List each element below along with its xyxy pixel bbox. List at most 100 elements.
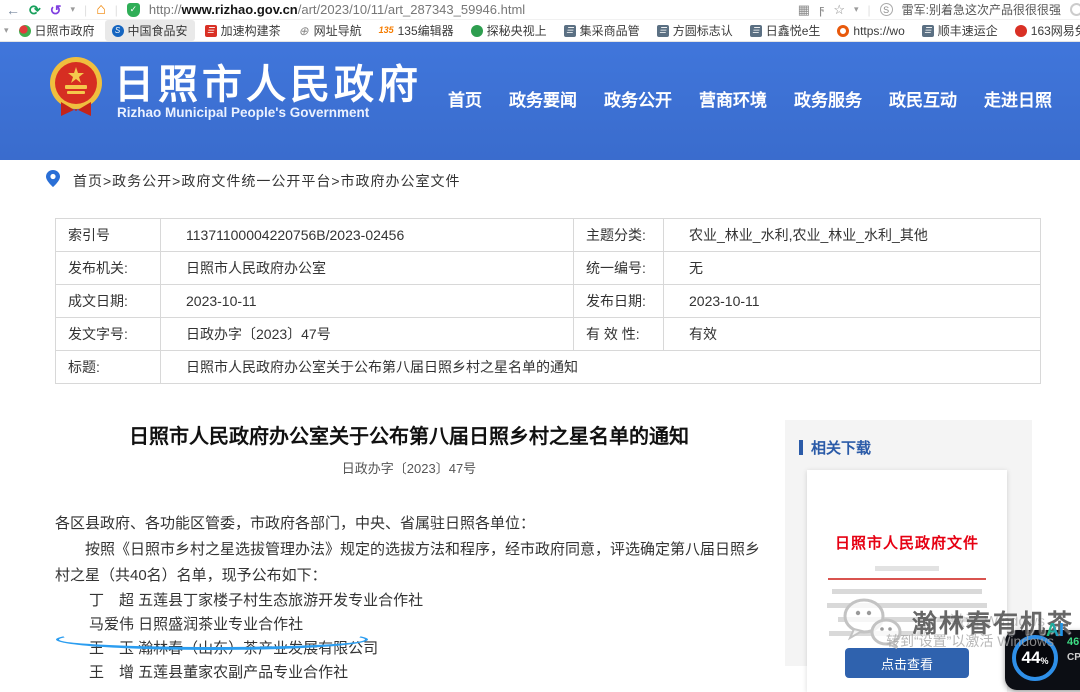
divider: | xyxy=(115,3,118,17)
orange-ring-icon xyxy=(837,25,849,37)
divider: | xyxy=(868,3,871,17)
favorite-star-icon[interactable]: ☆ xyxy=(833,2,845,18)
main-nav: 首页 政务要闻 政务公开 营商环境 政务服务 政民互动 走进日照 xyxy=(448,86,1052,111)
bookmark[interactable]: ☰集采商品管 xyxy=(557,20,647,41)
qr-code-icon[interactable]: ▦ xyxy=(798,2,810,18)
article-paragraph: 按照《日照市乡村之星选拔管理办法》规定的选拔方法和程序，经市政府同意，评选确定第… xyxy=(55,537,763,563)
chevron-down-icon[interactable]: ▾ xyxy=(854,5,859,14)
bookmark[interactable]: 探秘央视上 xyxy=(464,20,554,41)
meta-value: 日政办字〔2023〕47号 xyxy=(161,318,574,351)
document-preview[interactable]: 日照市人民政府文件 点击查看 xyxy=(807,470,1007,692)
bookmarks-caret-icon[interactable]: ▾ xyxy=(4,26,9,35)
address-bar[interactable]: http://www.rizhao.gov.cn/art/2023/10/11/… xyxy=(149,2,525,17)
news-ticker[interactable]: 雷军:别着急这次产品很很很强 xyxy=(902,1,1061,18)
document-meta-table: 索引号 11371100004220756B/2023-02456 主题分类: … xyxy=(55,218,1041,384)
site-header: 日照市人民政府 Rizhao Municipal People's Govern… xyxy=(0,42,1080,160)
bookmark[interactable]: 163网易免 xyxy=(1008,20,1080,41)
bookmark[interactable]: ☰顺丰速运企 xyxy=(915,20,1005,41)
article-title: 日照市人民政府办公室关于公布第八届日照乡村之星名单的通知 xyxy=(55,424,763,450)
news-source-icon[interactable]: S xyxy=(880,3,893,16)
bookmark[interactable]: ☰方圆标志认 xyxy=(650,20,740,41)
meta-label: 发文字号: xyxy=(56,318,161,351)
list-item: 丁 超 五莲县丁家楼子村生态旅游开发专业合作社 xyxy=(55,589,763,613)
globe-icon: ⊕ xyxy=(298,25,310,37)
nav-interaction[interactable]: 政民互动 xyxy=(889,86,957,111)
meta-value: 无 xyxy=(664,252,1041,285)
panel-title: 相关下载 xyxy=(811,437,871,458)
meta-label: 发布日期: xyxy=(574,285,664,318)
bookmark[interactable]: ☰加速构建茶 xyxy=(198,20,288,41)
doc-icon: ☰ xyxy=(922,25,934,37)
bookmark[interactable]: 135135编辑器 xyxy=(372,20,461,41)
135-icon: 135 xyxy=(379,25,394,37)
article-salutation: 各区县政府、各功能区管委，市政府各部门，中央、省属驻日照各单位： xyxy=(55,511,763,537)
refresh-icon[interactable]: ⟳ xyxy=(29,3,41,17)
nav-business[interactable]: 营商环境 xyxy=(699,86,767,111)
article-doc-number: 日政办字〔2023〕47号 xyxy=(55,458,763,477)
meta-value: 日照市人民政府办公室关于公布第八届日照乡村之星名单的通知 xyxy=(161,351,1041,384)
meta-value: 有效 xyxy=(664,318,1041,351)
meta-label: 索引号 xyxy=(56,219,161,252)
breadcrumb[interactable]: 首页>政务公开>政府文件统一公开平台>市政府办公室文件 xyxy=(73,171,461,191)
meta-value: 2023-10-11 xyxy=(664,285,1041,318)
national-emblem xyxy=(48,56,104,123)
breadcrumb-bar: 首页>政务公开>政府文件统一公开平台>市政府办公室文件 xyxy=(0,160,1080,202)
green-circle-icon xyxy=(471,25,483,37)
red-circle-icon xyxy=(1015,25,1027,37)
preview-text-line xyxy=(832,589,982,594)
flash-icon[interactable]: ϝ xyxy=(819,2,824,17)
toolbar-edge-icon[interactable] xyxy=(1070,3,1080,16)
meta-label: 发布机关: xyxy=(56,252,161,285)
table-row: 成文日期: 2023-10-11 发布日期: 2023-10-11 xyxy=(56,285,1041,318)
red-square-icon: ☰ xyxy=(205,25,217,37)
nav-open-gov[interactable]: 政务公开 xyxy=(604,86,672,111)
undo-icon[interactable]: ↺ xyxy=(50,3,62,17)
bookmarks-bar: ▾ 日照市政府 S中国食品安 ☰加速构建茶 ⊕网址导航 135135编辑器 探秘… xyxy=(0,20,1080,42)
site-title-english: Rizhao Municipal People's Government xyxy=(117,105,369,120)
meta-label: 成文日期: xyxy=(56,285,161,318)
cpu-label: CPU xyxy=(1067,652,1080,663)
blue-s-icon: S xyxy=(112,25,124,37)
doc-icon: ☰ xyxy=(750,25,762,37)
preview-red-rule xyxy=(828,578,986,580)
table-row: 发文字号: 日政办字〔2023〕47号 有 效 性: 有效 xyxy=(56,318,1041,351)
location-pin-icon xyxy=(46,170,60,192)
meta-value: 农业_林业_水利,农业_林业_水利_其他 xyxy=(664,219,1041,252)
accent-bar xyxy=(799,440,803,455)
site-title: 日照市人民政府 xyxy=(114,52,422,110)
bookmark[interactable]: ⊕网址导航 xyxy=(291,20,369,41)
nav-about[interactable]: 走进日照 xyxy=(984,86,1052,111)
table-row: 发布机关: 日照市人民政府办公室 统一编号: 无 xyxy=(56,252,1041,285)
article-paragraph: 村之星（共40名）名单，现予公布如下： xyxy=(55,563,763,589)
undo-caret-icon[interactable]: ▾ xyxy=(70,5,75,14)
meta-value: 日照市人民政府办公室 xyxy=(161,252,574,285)
nav-news[interactable]: 政务要闻 xyxy=(509,86,577,111)
panel-header: 相关下载 xyxy=(799,437,1032,458)
meta-label: 有 效 性: xyxy=(574,318,664,351)
article-body: 各区县政府、各功能区管委，市政府各部门，中央、省属驻日照各单位： 按照《日照市乡… xyxy=(55,511,763,685)
gov-badge-icon xyxy=(19,25,31,37)
table-row: 索引号 11371100004220756B/2023-02456 主题分类: … xyxy=(56,219,1041,252)
table-row: 标题: 日照市人民政府办公室关于公布第八届日照乡村之星名单的通知 xyxy=(56,351,1041,384)
list-item: 王 增 五莲县董家农副产品专业合作社 xyxy=(55,661,763,685)
nav-services[interactable]: 政务服务 xyxy=(794,86,862,111)
meta-value: 11371100004220756B/2023-02456 xyxy=(161,219,574,252)
preview-meta-line xyxy=(875,566,939,571)
home-icon[interactable]: ⌂ xyxy=(96,2,106,18)
bookmark[interactable]: S中国食品安 xyxy=(105,20,195,41)
meta-value: 2023-10-11 xyxy=(161,285,574,318)
meta-label: 主题分类: xyxy=(574,219,664,252)
doc-icon: ☰ xyxy=(564,25,576,37)
preview-heading: 日照市人民政府文件 xyxy=(807,532,1007,553)
highlight-marker xyxy=(56,629,368,650)
meta-label: 统一编号: xyxy=(574,252,664,285)
site-safety-shield-icon[interactable]: ✓ xyxy=(127,3,140,17)
bookmark[interactable]: 日照市政府 xyxy=(12,20,102,41)
nav-home[interactable]: 首页 xyxy=(448,86,482,111)
doc-icon: ☰ xyxy=(657,25,669,37)
bookmark[interactable]: https://wo xyxy=(830,22,911,40)
browser-toolbar: ← ⟳ ↺ ▾ | ⌂ | ✓ http://www.rizhao.gov.cn… xyxy=(0,0,1080,20)
back-icon[interactable]: ← xyxy=(6,3,20,17)
bookmark[interactable]: ☰日鑫悦e生 xyxy=(743,20,828,41)
divider: | xyxy=(84,3,87,17)
